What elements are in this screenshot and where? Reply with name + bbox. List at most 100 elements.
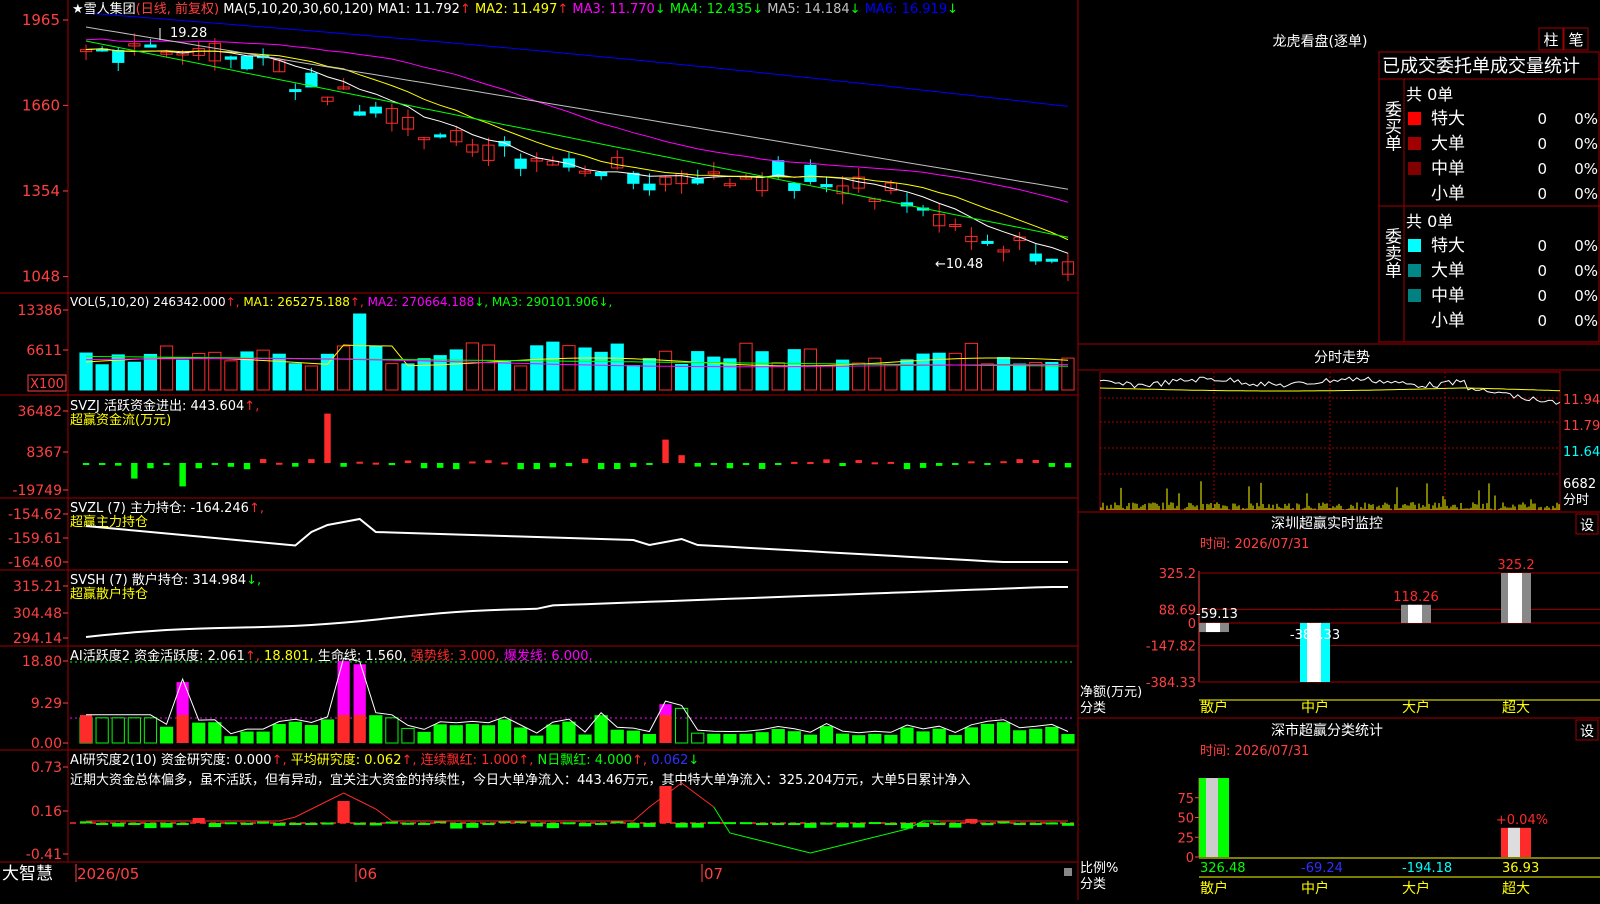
volume-bar — [417, 358, 431, 391]
fund-flow-bar — [903, 463, 911, 470]
research-bar — [256, 821, 270, 824]
classify-xlabel: 分类 — [1080, 877, 1106, 892]
main-legend-part: MA2: — [475, 2, 512, 17]
fund-flow-bar — [1064, 463, 1072, 468]
vol-legend-part: 270664.188 — [402, 295, 475, 309]
sell-row-pct: 0% — [1574, 287, 1598, 305]
fund-flow-bar — [82, 463, 90, 465]
activity-bar — [465, 723, 479, 744]
activity-bar — [707, 733, 721, 744]
activity-bar — [449, 725, 463, 744]
ai2-legend-part: ↑, — [518, 753, 537, 768]
fund-flow-bar — [340, 463, 347, 467]
volume-bar — [707, 356, 721, 391]
svzl-axis-label: -164.60 — [8, 555, 62, 571]
lhb-title: 龙虎看盘(逐单) — [1273, 33, 1368, 50]
sell-row-pct: 0% — [1574, 237, 1598, 255]
fund-flow-bar — [791, 461, 798, 464]
ai2-legend-part: ↑, — [632, 753, 651, 768]
research-bar — [1029, 823, 1042, 825]
buy-row-name: 大单 — [1431, 134, 1465, 154]
fund-flow-bar — [131, 463, 138, 479]
activity-bar — [401, 727, 415, 744]
fund-flow-bar — [952, 463, 959, 465]
research-bar — [739, 822, 753, 825]
research-bar — [401, 822, 415, 825]
candle — [772, 160, 785, 177]
activity-bar — [996, 722, 1011, 744]
monitor-axis-label: -384.33 — [1146, 676, 1196, 691]
research-bar — [836, 823, 849, 828]
research-bar — [369, 823, 382, 826]
classify-title: 深市超赢分类统计 — [1271, 722, 1383, 739]
vol-legend-part: ↑, — [226, 295, 244, 309]
volume-bar — [79, 352, 93, 391]
research-bar — [562, 822, 576, 825]
fund-flow-bar — [662, 439, 669, 463]
volume-bar — [385, 363, 399, 391]
research-bar — [273, 823, 286, 826]
sell-legend-swatch — [1408, 314, 1421, 327]
ai2-legend-part: ↓ — [688, 753, 699, 768]
trading-terminal: 1965 1660 1354 1048 19.28 ←10.48 ★雪人集团(日线, 前复权… — [0, 0, 1600, 900]
main-axis-label: 1048 — [22, 268, 60, 286]
fund-flow-bar — [597, 463, 605, 470]
fund-flow-bar — [678, 455, 685, 463]
buy-legend-swatch — [1408, 162, 1421, 175]
ai2-legend-part: N日飘红: 4.000 — [538, 752, 632, 768]
buy-row-name: 中单 — [1431, 159, 1465, 179]
volume-bar — [449, 349, 463, 391]
lock-icon[interactable] — [1064, 868, 1072, 876]
ai1-axis-label: 0.00 — [31, 736, 62, 752]
svsh-subtitle: 超赢散户持仓 — [70, 586, 148, 602]
vol-legend-part: MA2: — [368, 295, 402, 309]
date-label: 06 — [358, 865, 377, 883]
activity-bar — [272, 724, 286, 744]
sell-row-name: 大单 — [1431, 261, 1465, 281]
research-bar — [385, 821, 399, 824]
fund-flow-bar — [581, 458, 589, 463]
svzj-legend-part: SVZJ 活跃资金进出: — [70, 398, 191, 414]
volume-bar — [481, 344, 496, 391]
fund-flow-bar — [115, 463, 122, 466]
research-bar — [675, 823, 688, 828]
activity-bar — [95, 717, 109, 744]
research-bar — [1061, 823, 1075, 826]
classify-category: 超大 — [1502, 881, 1530, 897]
fund-flow-bar — [823, 459, 830, 463]
volume-bar — [626, 365, 640, 391]
activity-bar — [723, 734, 737, 744]
svzl-axis-label: -159.61 — [8, 531, 62, 547]
main-legend-part: 14.184 — [804, 2, 850, 17]
main-force-line — [85, 517, 1068, 563]
monitor-bar-highlight — [1508, 573, 1522, 623]
volume-bar — [691, 351, 705, 391]
vol-legend-part: 290101.906 — [526, 295, 599, 309]
main-legend-part: MA(5,10,20,30,60,120) — [219, 2, 377, 17]
volume-bar — [530, 345, 544, 391]
sell-row-name: 中单 — [1431, 286, 1465, 306]
fund-flow-bar — [356, 461, 363, 464]
buy-side-label: 委买单 — [1381, 100, 1402, 151]
main-legend-part: 11.792 — [414, 2, 460, 17]
fund-flow-bar — [485, 460, 492, 463]
fund-flow-bar — [1016, 459, 1023, 463]
main-legend-part: 12.435 — [707, 2, 753, 17]
monitor-axis-label: -147.82 — [1146, 640, 1196, 655]
activity-bar — [514, 727, 528, 744]
activity-bar — [369, 715, 383, 744]
fund-flow-bar — [324, 413, 331, 463]
candle — [353, 111, 366, 116]
buy-row-qty: 0 — [1537, 185, 1547, 203]
activity-bar — [980, 723, 995, 744]
fund-flow-bar — [1032, 459, 1039, 463]
fund-flow-bar — [726, 463, 734, 469]
vol-unit-label: X100 — [30, 377, 64, 392]
svsh-legend-part: SVSH (7) 散户持仓: — [70, 572, 192, 588]
classify-bar — [1199, 778, 1229, 857]
ai2-legend-part: ↑, — [272, 753, 291, 768]
volume-bar — [369, 345, 383, 391]
ai2-axis-label: 0.16 — [31, 804, 62, 820]
vol-legend-part: ↑, — [350, 295, 368, 309]
svzl-legend-part: -164.246 — [191, 501, 249, 516]
